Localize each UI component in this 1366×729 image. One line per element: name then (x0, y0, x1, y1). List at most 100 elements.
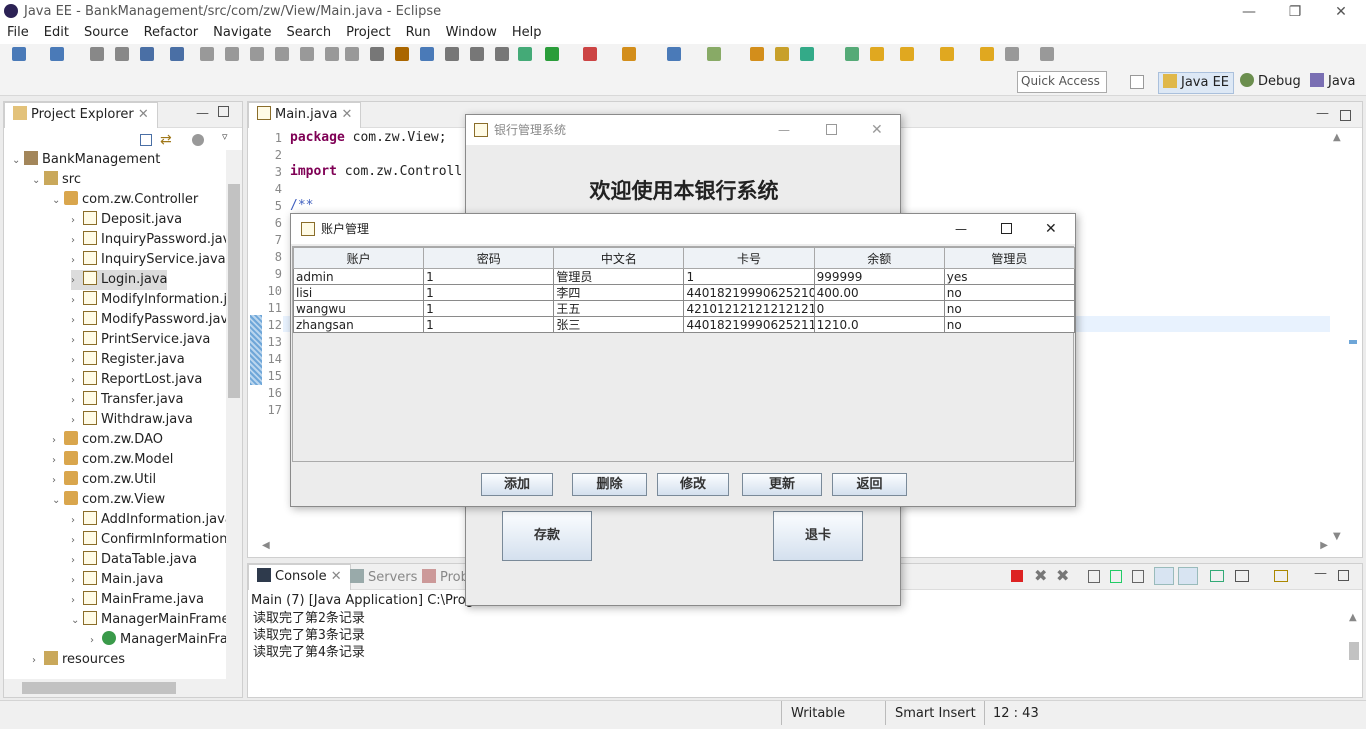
table-cell[interactable]: 1 (423, 284, 555, 301)
menu-window[interactable]: Window (439, 24, 505, 42)
close-button[interactable]: ✕ (871, 115, 883, 145)
table-cell[interactable]: 400.00 (813, 284, 945, 301)
collapsed-chevron-icon[interactable]: › (71, 551, 83, 571)
toolbar-button-icon[interactable] (800, 47, 814, 61)
expanded-chevron-icon[interactable]: ⌄ (52, 491, 64, 511)
word-wrap-icon[interactable] (1132, 570, 1144, 583)
collapsed-chevron-icon[interactable]: › (71, 211, 83, 231)
open-console-icon[interactable] (1274, 570, 1288, 582)
table-cell[interactable]: 王五 (553, 300, 685, 317)
tree-item[interactable]: › Withdraw.java (71, 410, 193, 430)
table-cell[interactable]: 1210.0 (813, 316, 945, 333)
toolbar-button-icon[interactable] (667, 47, 681, 61)
scroll-right-icon[interactable]: ▶ (1320, 540, 1328, 551)
collapsed-chevron-icon[interactable]: › (71, 251, 83, 271)
minimize-view-icon[interactable]: — (1314, 566, 1327, 581)
collapsed-chevron-icon[interactable]: › (90, 631, 102, 651)
expanded-chevron-icon[interactable]: ⌄ (32, 171, 44, 191)
table-header[interactable]: 卡号 (683, 247, 815, 269)
tree-item[interactable]: ⌄ src (32, 170, 81, 190)
tree-item[interactable]: › Transfer.java (71, 390, 183, 410)
tree-item[interactable]: › MainFrame.java (71, 590, 204, 610)
menu-edit[interactable]: Edit (37, 24, 77, 42)
collapsed-chevron-icon[interactable]: › (52, 431, 64, 451)
collapsed-chevron-icon[interactable]: › (71, 371, 83, 391)
toolbar-button-icon[interactable] (90, 47, 104, 61)
table-cell[interactable]: wangwu (292, 300, 425, 317)
collapsed-chevron-icon[interactable]: › (32, 651, 44, 671)
tree-item[interactable]: › com.zw.Util (52, 470, 156, 490)
tree-item[interactable]: › resources (32, 650, 125, 670)
tree-item[interactable]: › ModifyPassword.jav (71, 310, 226, 330)
tab-main-java[interactable]: Main.java ✕ (248, 102, 362, 128)
remove-launch-icon[interactable]: ✖ (1034, 566, 1047, 585)
tree-item[interactable]: ⌄ BankManagement (12, 150, 160, 170)
table-row[interactable]: wangwu 1 王五 421012121212121212 0 no (292, 300, 1076, 317)
toolbar-button-icon[interactable] (370, 47, 384, 61)
menu-source[interactable]: Source (77, 24, 137, 42)
toolbar-button-icon[interactable] (300, 47, 314, 61)
collapsed-chevron-icon[interactable]: › (71, 291, 83, 311)
collapsed-chevron-icon[interactable]: › (71, 531, 83, 551)
restore-button[interactable]: ❐ (1272, 0, 1318, 24)
toolbar-button-icon[interactable] (750, 47, 764, 61)
toolbar-button-icon[interactable] (707, 47, 721, 61)
toolbar-button-icon[interactable] (275, 47, 289, 61)
expanded-chevron-icon[interactable]: ⌄ (12, 151, 24, 171)
collapsed-chevron-icon[interactable]: › (71, 311, 83, 331)
tab-problems[interactable]: Prob (422, 569, 469, 585)
toolbar-button-icon[interactable] (115, 47, 129, 61)
collapsed-chevron-icon[interactable]: › (71, 571, 83, 591)
toolbar-button-icon[interactable] (518, 47, 532, 61)
close-icon[interactable]: ✕ (138, 107, 149, 122)
explorer-vscrollbar[interactable] (226, 150, 242, 680)
tree-item[interactable]: › Deposit.java (71, 210, 182, 230)
tree-item[interactable]: › Register.java (71, 350, 185, 370)
toolbar-button-icon[interactable] (140, 47, 154, 61)
table-header[interactable]: 余额 (813, 247, 945, 269)
tab-servers[interactable]: Servers (350, 569, 417, 585)
table-cell[interactable]: yes (943, 268, 1076, 285)
tab-console[interactable]: Console ✕ (248, 564, 351, 590)
table-cell[interactable]: 1 (683, 268, 815, 285)
table-cell[interactable]: no (943, 284, 1076, 301)
minimize-button[interactable]: — (778, 115, 790, 145)
toolbar-button-icon[interactable] (250, 47, 264, 61)
menu-navigate[interactable]: Navigate (206, 24, 279, 42)
scroll-left-icon[interactable]: ◀ (262, 540, 270, 551)
tree-item[interactable]: ⌄ com.zw.View (52, 490, 165, 510)
hscroll-thumb[interactable] (22, 682, 176, 694)
scroll-up-icon[interactable]: ▲ (1349, 612, 1357, 623)
table-cell[interactable]: no (943, 300, 1076, 317)
scroll-thumb[interactable] (1349, 642, 1359, 660)
filters-icon[interactable] (192, 134, 204, 146)
collapsed-chevron-icon[interactable]: › (52, 451, 64, 471)
toolbar-button-icon[interactable] (940, 47, 954, 61)
toolbar-button-icon[interactable] (170, 47, 184, 61)
table-cell[interactable]: 李四 (553, 284, 685, 301)
code-line-package[interactable]: package com.zw.View; (290, 130, 447, 145)
maximize-button[interactable] (1001, 223, 1012, 234)
display-console-icon[interactable] (1235, 570, 1249, 582)
table-cell[interactable]: zhangsan (292, 316, 425, 333)
perspective-java[interactable]: Java (1306, 72, 1359, 94)
collapsed-chevron-icon[interactable]: › (71, 591, 83, 611)
expanded-chevron-icon[interactable]: ⌄ (52, 191, 64, 211)
toolbar-button-icon[interactable] (1040, 47, 1054, 61)
menu-run[interactable]: Run (399, 24, 439, 42)
menu-file[interactable]: File (0, 24, 37, 42)
scroll-thumb[interactable] (228, 184, 240, 398)
remove-all-icon[interactable]: ✖ (1056, 566, 1069, 585)
console-output[interactable]: 读取完了第2条记录 读取完了第3条记录 读取完了第4条记录 (253, 610, 365, 661)
close-button[interactable]: ✕ (1318, 0, 1364, 24)
toolbar-button-icon[interactable] (545, 47, 559, 61)
expanded-chevron-icon[interactable]: ⌄ (71, 611, 83, 631)
table-cell[interactable]: 0 (813, 300, 945, 317)
toolbar-button-icon[interactable] (325, 47, 339, 61)
table-cell[interactable]: admin (292, 268, 425, 285)
table-cell[interactable]: 440182199906252109 (683, 284, 815, 301)
collapsed-chevron-icon[interactable]: › (71, 511, 83, 531)
tree-item[interactable]: › Main.java (71, 570, 163, 590)
toolbar-button-icon[interactable] (12, 47, 26, 61)
deposit-button[interactable]: 存款 (502, 511, 592, 561)
